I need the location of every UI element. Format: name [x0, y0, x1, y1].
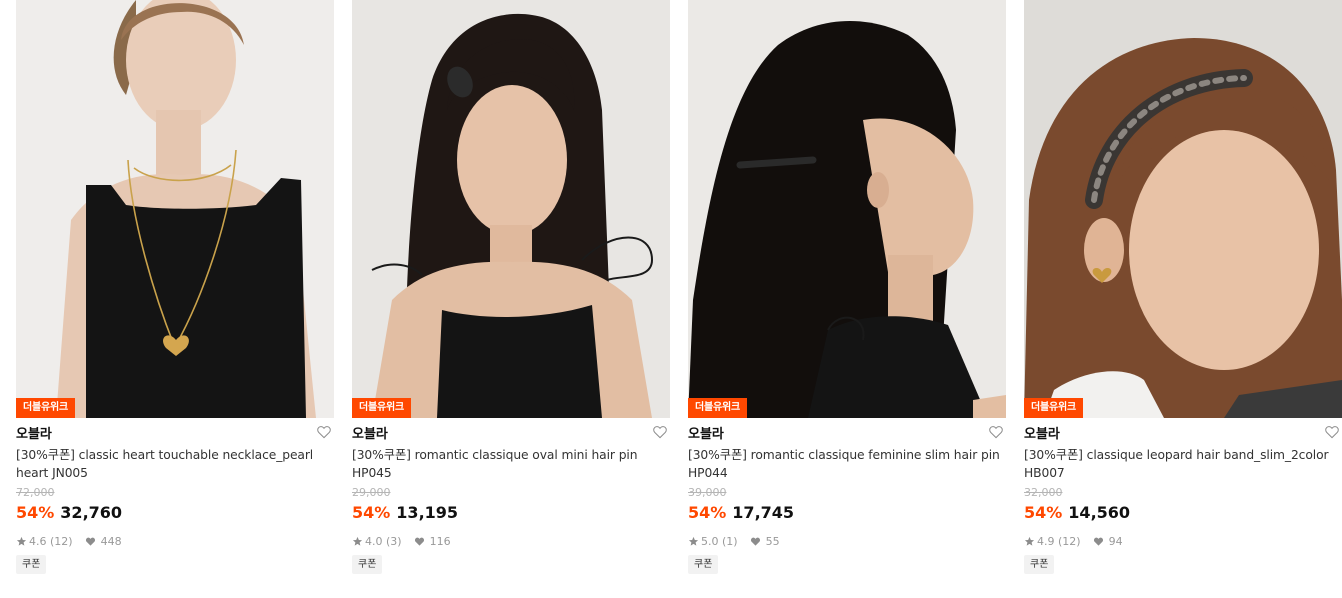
- sale-price: 17,745: [732, 503, 795, 522]
- rating-value: 5.0: [701, 534, 719, 548]
- coupon-badge: 쿠폰: [688, 555, 719, 574]
- brand-name[interactable]: 오블라: [688, 423, 724, 442]
- product-card[interactable]: 더블유위크 오블라 [30%쿠폰] classic heart touchabl…: [16, 0, 334, 574]
- like-count: 116: [429, 534, 451, 548]
- event-tag: 더블유위크: [688, 398, 747, 418]
- product-image[interactable]: 더블유위크: [16, 0, 334, 418]
- product-grid: 더블유위크 오블라 [30%쿠폰] classic heart touchabl…: [0, 0, 1342, 598]
- review-count: (1): [722, 534, 738, 548]
- brand-name[interactable]: 오블라: [1024, 423, 1060, 442]
- original-price: 39,000: [688, 486, 727, 499]
- heart-outline-icon[interactable]: [988, 424, 1004, 440]
- heart-outline-icon[interactable]: [1324, 424, 1340, 440]
- star-icon: [1024, 536, 1035, 546]
- product-card[interactable]: 더블유위크 오블라 [30%쿠폰] romantic classique ova…: [352, 0, 670, 574]
- product-stats: 4.9 (12) 94: [1024, 532, 1342, 550]
- product-photo: [688, 0, 1006, 418]
- product-card[interactable]: 더블유위크 오블라 [30%쿠폰] classique leopard hair…: [1024, 0, 1342, 574]
- sale-price: 32,760: [60, 503, 123, 522]
- heart-filled-icon: [1093, 537, 1103, 546]
- review-count: (3): [386, 534, 402, 548]
- sale-price: 13,195: [396, 503, 459, 522]
- heart-outline-icon[interactable]: [652, 424, 668, 440]
- coupon-badge: 쿠폰: [352, 555, 383, 574]
- rating-value: 4.9: [1037, 534, 1055, 548]
- discount-rate: 54%: [352, 503, 391, 522]
- product-image[interactable]: 더블유위크: [688, 0, 1006, 418]
- heart-outline-icon[interactable]: [316, 424, 332, 440]
- product-photo: [352, 0, 670, 418]
- discount-rate: 54%: [688, 503, 727, 522]
- product-title[interactable]: [30%쿠폰] romantic classique feminine slim…: [688, 446, 1006, 484]
- rating-value: 4.6: [29, 534, 47, 548]
- product-stats: 4.6 (12) 448: [16, 532, 334, 550]
- product-card[interactable]: 더블유위크 오블라 [30%쿠폰] romantic classique fem…: [688, 0, 1006, 574]
- coupon-badge: 쿠폰: [16, 555, 47, 574]
- product-stats: 4.0 (3) 116: [352, 532, 670, 550]
- heart-filled-icon: [85, 537, 95, 546]
- brand-name[interactable]: 오블라: [16, 423, 52, 442]
- rating-value: 4.0: [365, 534, 383, 548]
- product-photo: [16, 0, 334, 418]
- review-count: (12): [50, 534, 73, 548]
- event-tag: 더블유위크: [352, 398, 411, 418]
- star-icon: [16, 536, 27, 546]
- event-tag: 더블유위크: [16, 398, 75, 418]
- event-tag: 더블유위크: [1024, 398, 1083, 418]
- like-count: 55: [765, 534, 780, 548]
- like-count: 94: [1108, 534, 1123, 548]
- star-icon: [688, 536, 699, 546]
- review-count: (12): [1058, 534, 1081, 548]
- product-image[interactable]: 더블유위크: [1024, 0, 1342, 418]
- brand-name[interactable]: 오블라: [352, 423, 388, 442]
- heart-filled-icon: [750, 537, 760, 546]
- discount-rate: 54%: [1024, 503, 1063, 522]
- star-icon: [352, 536, 363, 546]
- product-photo: [1024, 0, 1342, 418]
- product-stats: 5.0 (1) 55: [688, 532, 1006, 550]
- sale-price: 14,560: [1068, 503, 1131, 522]
- product-title[interactable]: [30%쿠폰] romantic classique oval mini hai…: [352, 446, 670, 484]
- heart-filled-icon: [414, 537, 424, 546]
- like-count: 448: [100, 534, 122, 548]
- coupon-badge: 쿠폰: [1024, 555, 1055, 574]
- original-price: 29,000: [352, 486, 391, 499]
- product-title[interactable]: [30%쿠폰] classic heart touchable necklace…: [16, 446, 334, 484]
- discount-rate: 54%: [16, 503, 55, 522]
- original-price: 72,000: [16, 486, 55, 499]
- original-price: 32,000: [1024, 486, 1063, 499]
- product-image[interactable]: 더블유위크: [352, 0, 670, 418]
- product-title[interactable]: [30%쿠폰] classique leopard hair band_slim…: [1024, 446, 1342, 484]
